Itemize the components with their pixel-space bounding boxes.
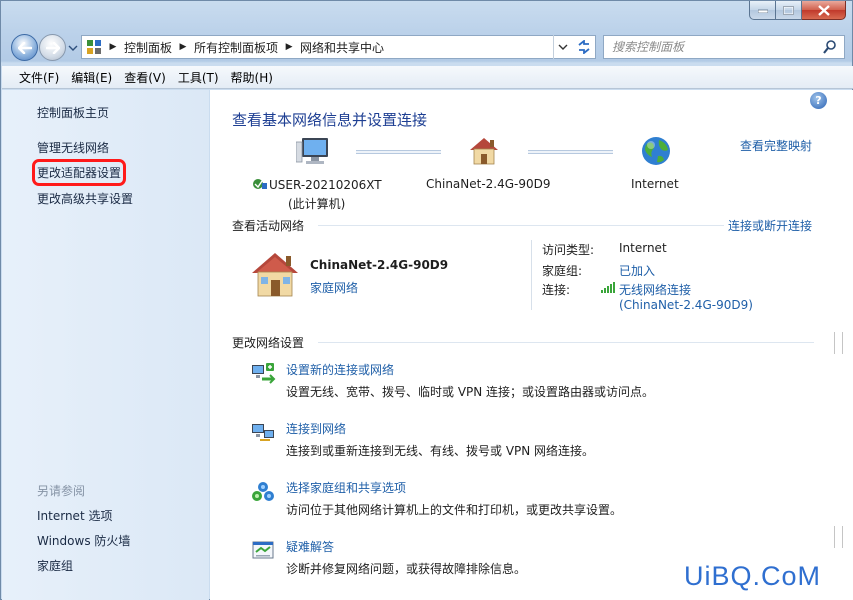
homegroup-sharing-icon xyxy=(252,482,274,501)
address-bar[interactable]: ▶ 控制面板 ▶ 所有控制面板项 ▶ 网络和共享中心 xyxy=(81,35,596,59)
task-link[interactable]: 疑难解答 xyxy=(286,538,334,555)
troubleshoot-icon xyxy=(252,541,274,559)
close-button[interactable] xyxy=(802,1,846,20)
task-link[interactable]: 选择家庭组和共享选项 xyxy=(286,479,406,496)
menu-view[interactable]: 查看(V) xyxy=(119,69,171,86)
link-line xyxy=(356,150,441,154)
sidebar-item-change-adapter[interactable]: 更改适配器设置 xyxy=(31,159,127,186)
search-icon[interactable] xyxy=(822,39,838,55)
main-content: ? 查看基本网络信息并设置连接 查看完整映射 USER-20210206XT (… xyxy=(210,90,853,600)
globe-icon xyxy=(642,137,670,165)
scroll-mark xyxy=(834,526,843,548)
map-internet-label[interactable]: Internet xyxy=(631,177,679,191)
connect-disconnect-link[interactable]: 连接或断开连接 xyxy=(728,217,812,234)
breadcrumb-control-panel[interactable]: 控制面板 xyxy=(120,36,176,58)
help-icon[interactable]: ? xyxy=(810,92,827,109)
sidebar-home-link[interactable]: 控制面板主页 xyxy=(37,104,109,121)
network-type-link[interactable]: 家庭网络 xyxy=(310,279,358,296)
house-large-icon xyxy=(252,253,298,297)
active-network-name: ChinaNet-2.4G-90D9 xyxy=(310,258,449,272)
page-title: 查看基本网络信息并设置连接 xyxy=(232,111,428,129)
refresh-icon[interactable] xyxy=(576,40,592,54)
wifi-signal-icon xyxy=(601,282,615,293)
see-also-internet-options[interactable]: Internet 选项 xyxy=(37,507,112,524)
arrow-left-icon xyxy=(17,41,32,54)
arrow-right-icon xyxy=(45,41,60,54)
access-type-value: Internet xyxy=(619,241,667,255)
scroll-mark xyxy=(834,332,843,354)
homegroup-link[interactable]: 已加入 xyxy=(619,262,655,279)
see-also-firewall[interactable]: Windows 防火墙 xyxy=(37,532,130,549)
breadcrumb-separator-icon[interactable]: ▶ xyxy=(282,42,296,52)
sidebar: 控制面板主页 管理无线网络 更改适配器设置 更改高级共享设置 另请参阅 Inte… xyxy=(2,90,209,600)
link-line xyxy=(528,150,613,154)
address-actions xyxy=(553,35,596,59)
view-full-map-link[interactable]: 查看完整映射 xyxy=(740,137,812,154)
chevron-down-icon[interactable] xyxy=(558,43,568,51)
house-icon xyxy=(470,138,498,165)
search-box[interactable] xyxy=(603,35,845,59)
divider xyxy=(531,240,532,310)
search-input[interactable] xyxy=(604,37,822,57)
connection-label: 连接: xyxy=(542,283,571,297)
map-computer-label[interactable]: USER-20210206XT (此计算机) xyxy=(252,177,382,212)
breadcrumb-separator-icon[interactable]: ▶ xyxy=(106,42,120,52)
maximize-icon xyxy=(783,5,794,15)
change-settings-title: 更改网络设置 xyxy=(232,336,305,350)
computer-name: USER-20210206XT xyxy=(269,178,382,192)
forward-button[interactable] xyxy=(39,34,66,61)
menu-file[interactable]: 文件(F) xyxy=(14,69,64,86)
computer-icon xyxy=(296,138,328,164)
task-link[interactable]: 连接到网络 xyxy=(286,420,346,437)
task-desc: 设置无线、宽带、拨号、临时或 VPN 连接；或设置路由器或访问点。 xyxy=(286,385,655,399)
task-desc: 连接到或重新连接到无线、有线、拨号或 VPN 网络连接。 xyxy=(286,444,595,458)
see-also-homegroup[interactable]: 家庭组 xyxy=(37,557,73,574)
see-also-title: 另请参阅 xyxy=(37,484,86,498)
sidebar-item-manage-wireless[interactable]: 管理无线网络 xyxy=(37,139,109,156)
minimize-button[interactable] xyxy=(749,1,776,20)
maximize-button[interactable] xyxy=(776,1,802,20)
network-shield-icon xyxy=(253,179,267,189)
breadcrumb-network-center[interactable]: 网络和共享中心 xyxy=(296,36,388,58)
computer-sub: (此计算机) xyxy=(288,197,346,211)
new-connection-icon xyxy=(252,363,276,384)
breadcrumb-separator-icon[interactable]: ▶ xyxy=(176,42,190,52)
menu-help[interactable]: 帮助(H) xyxy=(226,69,278,86)
sidebar-item-advanced-sharing[interactable]: 更改高级共享设置 xyxy=(37,190,133,207)
recent-pages-dropdown-icon[interactable] xyxy=(68,44,78,52)
access-type-label: 访问类型: xyxy=(542,243,595,257)
connect-network-icon xyxy=(252,424,274,441)
wireless-ssid-link[interactable]: (ChinaNet-2.4G-90D9) xyxy=(619,298,753,312)
section-rule xyxy=(318,225,724,226)
wireless-connection-link[interactable]: 无线网络连接 xyxy=(619,281,691,298)
active-networks-title: 查看活动网络 xyxy=(232,219,305,233)
close-icon xyxy=(817,4,830,16)
menu-bar: 文件(F) 编辑(E) 查看(V) 工具(T) 帮助(H) xyxy=(2,66,853,89)
scrollbar[interactable] xyxy=(834,106,843,600)
task-link[interactable]: 设置新的连接或网络 xyxy=(286,361,394,378)
homegroup-label: 家庭组: xyxy=(542,264,583,278)
menu-tools[interactable]: 工具(T) xyxy=(173,69,224,86)
breadcrumb-all-items[interactable]: 所有控制面板项 xyxy=(190,36,282,58)
window-frame: ▶ 控制面板 ▶ 所有控制面板项 ▶ 网络和共享中心 文件(F) 编辑(E) 查… xyxy=(0,0,853,600)
caption-buttons xyxy=(749,1,846,20)
back-button[interactable] xyxy=(11,34,38,61)
map-network-label[interactable]: ChinaNet-2.4G-90D9 xyxy=(426,177,551,191)
task-desc: 访问位于其他网络计算机上的文件和打印机，或更改共享设置。 xyxy=(286,503,623,517)
task-desc: 诊断并修复网络问题，或获得故障排除信息。 xyxy=(286,562,527,576)
minimize-icon xyxy=(757,9,768,13)
menu-edit[interactable]: 编辑(E) xyxy=(66,69,117,86)
watermark: UiBQ.CoM xyxy=(684,561,822,591)
control-panel-icon xyxy=(82,36,106,58)
section-rule xyxy=(318,342,814,343)
